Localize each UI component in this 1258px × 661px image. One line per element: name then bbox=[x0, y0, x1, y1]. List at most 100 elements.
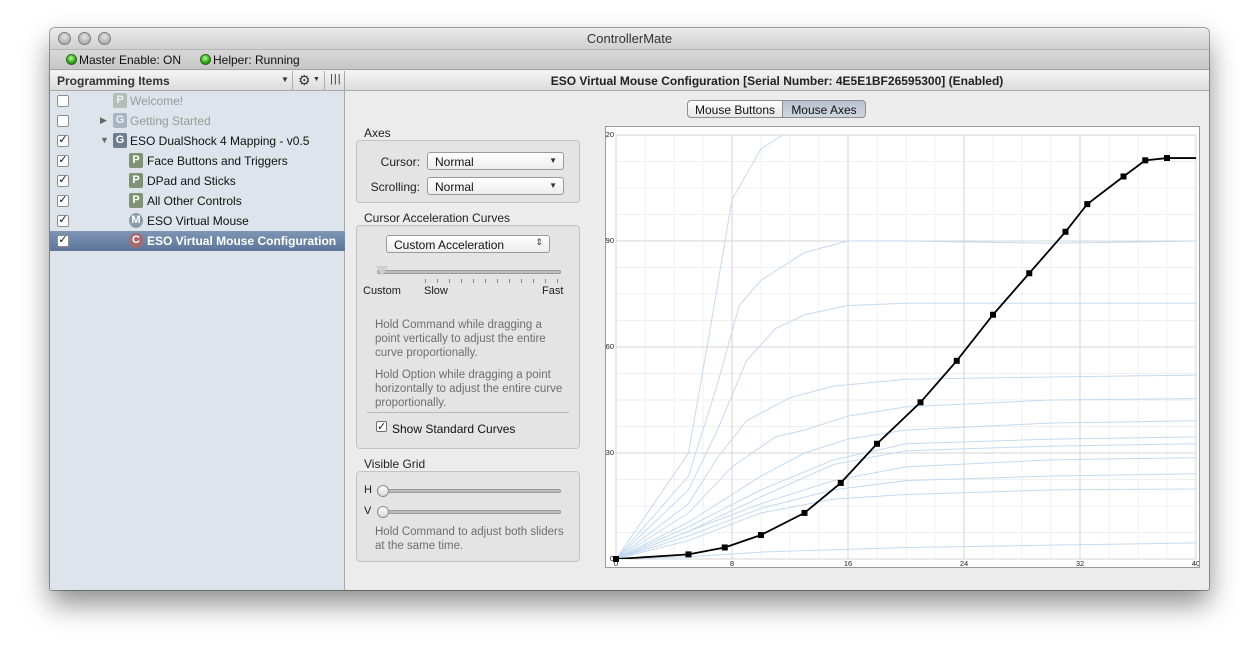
grid-v-slider-track[interactable] bbox=[377, 510, 561, 514]
acceleration-preset-popup[interactable]: Custom Acceleration ⇕ bbox=[386, 235, 550, 253]
sidebar-menu-arrow-icon[interactable]: ▼ bbox=[281, 75, 289, 84]
enable-checkbox[interactable]: ✓ bbox=[57, 155, 69, 167]
grid-h-slider-knob[interactable] bbox=[377, 485, 389, 497]
sidebar-header: Programming Items ▼ ⚙ ▼ ||| bbox=[50, 71, 345, 91]
palette-icon: P bbox=[129, 193, 143, 208]
curve-control-point[interactable] bbox=[758, 532, 764, 539]
tab-mouse-axes[interactable]: Mouse Axes bbox=[782, 100, 866, 118]
list-item-label: Getting Started bbox=[130, 114, 211, 128]
cursor-label: Cursor: bbox=[380, 155, 420, 169]
x-tick-label: 24 bbox=[960, 559, 968, 567]
app-window: ControllerMate Master Enable: ON Helper:… bbox=[50, 28, 1209, 590]
cursor-popup[interactable]: Normal ▼ bbox=[427, 152, 564, 170]
disclosure-triangle-icon[interactable]: ▶ bbox=[100, 115, 107, 126]
divider bbox=[292, 71, 293, 90]
x-tick-label: 40 bbox=[1192, 559, 1199, 567]
scrolling-popup[interactable]: Normal ▼ bbox=[427, 177, 564, 195]
grid-h-label: H bbox=[364, 484, 372, 496]
palette-icon: P bbox=[113, 93, 127, 108]
helper-status: Helper: Running bbox=[213, 53, 300, 67]
config-header: ESO Virtual Mouse Configuration [Serial … bbox=[345, 71, 1209, 91]
disclosure-triangle-open-icon[interactable]: ▼ bbox=[100, 135, 109, 145]
acceleration-preset-value: Custom Acceleration bbox=[394, 238, 505, 252]
enable-checkbox[interactable] bbox=[57, 115, 69, 127]
helper-status-led-icon bbox=[200, 54, 211, 65]
slider-tick bbox=[557, 279, 558, 283]
master-status-led-icon bbox=[66, 54, 77, 65]
curve-control-point[interactable] bbox=[613, 556, 619, 562]
show-standard-curves-checkbox[interactable]: ✓ bbox=[376, 421, 387, 433]
enable-checkbox[interactable]: ✓ bbox=[57, 215, 69, 227]
virtual-mouse-icon: M bbox=[129, 213, 143, 228]
show-standard-curves-label: Show Standard Curves bbox=[392, 422, 516, 436]
curve-control-point[interactable] bbox=[1062, 228, 1069, 235]
curve-control-point[interactable] bbox=[685, 551, 692, 558]
list-item[interactable]: ✓ ▼ G ESO DualShock 4 Mapping - v0.5 bbox=[50, 131, 345, 151]
slider-label-custom: Custom bbox=[363, 285, 401, 297]
slider-tick bbox=[449, 279, 450, 283]
slider-tick bbox=[521, 279, 522, 283]
list-item[interactable]: ✓ P DPad and Sticks bbox=[50, 171, 345, 191]
slider-tick bbox=[485, 279, 486, 283]
slider-tick bbox=[497, 279, 498, 283]
slider-tick bbox=[473, 279, 474, 283]
enable-checkbox[interactable]: ✓ bbox=[57, 135, 69, 147]
curve-control-point[interactable] bbox=[1164, 155, 1170, 162]
gear-menu-arrow-icon[interactable]: ▼ bbox=[313, 76, 320, 83]
curve-control-point[interactable] bbox=[1026, 270, 1033, 277]
list-item[interactable]: ▶ G Getting Started bbox=[50, 111, 345, 131]
curve-control-point[interactable] bbox=[953, 357, 960, 364]
curve-control-point[interactable] bbox=[1084, 201, 1091, 208]
list-item[interactable]: ✓ M ESO Virtual Mouse bbox=[50, 211, 345, 231]
chevron-down-icon: ▼ bbox=[549, 181, 557, 190]
list-item[interactable]: P Welcome! bbox=[50, 91, 345, 111]
enable-checkbox[interactable]: ✓ bbox=[57, 175, 69, 187]
slider-ticks bbox=[377, 279, 561, 283]
list-item[interactable]: ✓ P Face Buttons and Triggers bbox=[50, 151, 345, 171]
slider-tick bbox=[461, 279, 462, 283]
enable-checkbox[interactable]: ✓ bbox=[57, 235, 69, 247]
y-tick-label: 460 bbox=[606, 342, 614, 351]
curve-control-point[interactable] bbox=[874, 440, 880, 447]
curves-group: Custom Acceleration ⇕ Custom Slow Fast H… bbox=[356, 225, 580, 449]
visible-grid-group: H V Hold Command to adjust both sliders … bbox=[356, 471, 580, 562]
slider-tick bbox=[533, 279, 534, 283]
list-item[interactable]: ✓ P All Other Controls bbox=[50, 191, 345, 211]
curve-control-point[interactable] bbox=[1120, 173, 1127, 180]
tab-mouse-buttons[interactable]: Mouse Buttons bbox=[687, 100, 783, 118]
slider-tick bbox=[437, 279, 438, 283]
grid-h-slider-track[interactable] bbox=[377, 489, 561, 493]
acceleration-curve-chart[interactable]: 08162432400230460690920 bbox=[601, 126, 1200, 568]
enable-checkbox[interactable]: ✓ bbox=[57, 195, 69, 207]
acceleration-slider-track[interactable] bbox=[377, 270, 561, 274]
enable-checkbox[interactable] bbox=[57, 95, 69, 107]
chart-svg[interactable]: 08162432400230460690920 bbox=[601, 127, 1200, 568]
slider-label-slow: Slow bbox=[424, 285, 448, 297]
palette-icon: P bbox=[129, 153, 143, 168]
group-icon: G bbox=[113, 113, 127, 128]
curve-control-point[interactable] bbox=[801, 509, 808, 516]
curve-control-point[interactable] bbox=[837, 479, 844, 486]
slider-tick bbox=[425, 279, 426, 283]
hint-option-drag: Hold Option while dragging a point horiz… bbox=[375, 369, 563, 409]
curve-control-point[interactable] bbox=[990, 311, 996, 318]
list-item-selected[interactable]: ✓ C ESO Virtual Mouse Configuration bbox=[50, 231, 345, 251]
divider bbox=[324, 71, 325, 90]
grid-v-slider-knob[interactable] bbox=[377, 506, 389, 518]
programming-items-list: P Welcome! ▶ G Getting Started ✓ ▼ G ESO… bbox=[50, 91, 345, 590]
curve-control-point[interactable] bbox=[721, 544, 728, 551]
gear-icon[interactable]: ⚙ bbox=[298, 72, 311, 89]
column-resize-icon[interactable]: ||| bbox=[330, 73, 342, 85]
sidebar-title: Programming Items bbox=[57, 74, 170, 88]
list-item-label: Face Buttons and Triggers bbox=[147, 154, 288, 168]
palette-icon: P bbox=[129, 173, 143, 188]
curve-control-point[interactable] bbox=[1142, 157, 1149, 164]
scrolling-label: Scrolling: bbox=[370, 180, 420, 194]
chevron-down-icon: ▼ bbox=[549, 156, 557, 165]
curve-control-point[interactable] bbox=[917, 399, 924, 406]
master-enable-status[interactable]: Master Enable: ON bbox=[79, 53, 181, 67]
grid-hint: Hold Command to adjust both sliders at t… bbox=[375, 526, 564, 552]
acceleration-slider-knob[interactable] bbox=[376, 266, 388, 276]
list-item-label: ESO Virtual Mouse Configuration bbox=[147, 234, 337, 248]
list-item-label: DPad and Sticks bbox=[147, 174, 236, 188]
